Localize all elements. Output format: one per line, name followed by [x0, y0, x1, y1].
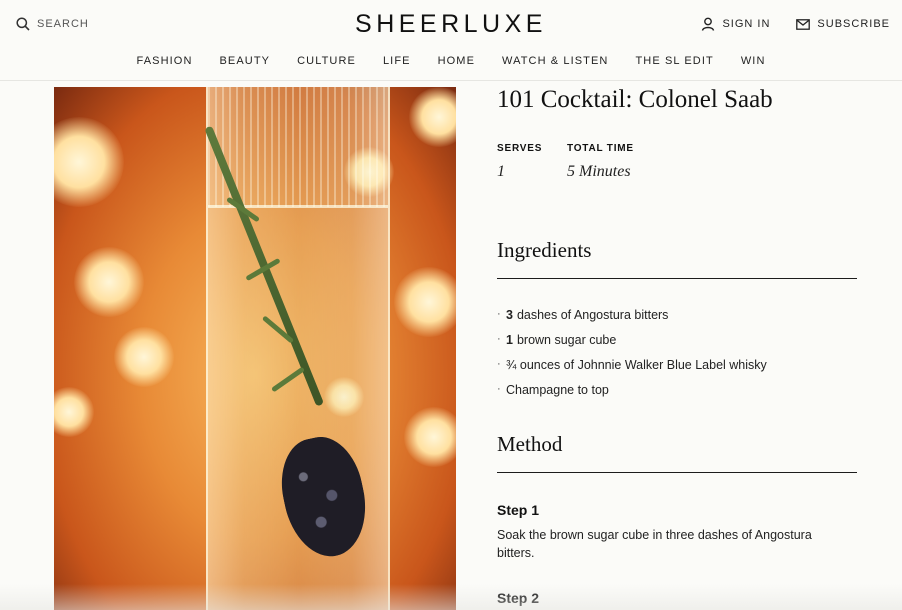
ingredients-list: · 3 dashes of Angostura bitters · 1 brown su…: [497, 308, 767, 408]
nav-item-watch-listen[interactable]: WATCH & LISTEN: [489, 55, 622, 67]
nav-item-life[interactable]: LIFE: [369, 55, 424, 67]
subscribe-label: SUBSCRIBE: [817, 18, 890, 30]
ingredients-heading: Ingredients: [497, 238, 592, 262]
list-item: · Champagne to top: [497, 383, 609, 397]
total-time-label: TOTAL TIME: [567, 143, 634, 154]
cocktail-image: [54, 87, 456, 610]
serves-value: 1: [497, 163, 505, 180]
total-time-value: 5 Minutes: [567, 163, 631, 180]
ingredients-divider: [497, 278, 857, 279]
step-1-text: Soak the brown sugar cube in three dashe…: [497, 528, 812, 560]
subscribe-button[interactable]: SUBSCRIBE: [796, 17, 890, 31]
logo-link[interactable]: SHEERLUXE: [355, 10, 547, 38]
nav-item-home[interactable]: HOME: [424, 55, 488, 67]
recipe-title: 101 Cocktail: Colonel Saab: [497, 86, 773, 113]
step-2-title: Step 2: [497, 590, 540, 606]
method-heading: Method: [497, 432, 563, 456]
user-icon: [702, 17, 715, 31]
nav-item-sl-edit[interactable]: THE SL EDIT: [622, 55, 727, 67]
list-item: · ¾ ounces of Johnnie Walker Blue Label w…: [497, 358, 767, 372]
list-item: · 1 brown sugar cube: [497, 333, 617, 347]
nav-item-culture[interactable]: CULTURE: [284, 55, 370, 67]
header-divider: [0, 80, 902, 81]
step-1-title: Step 1: [497, 502, 540, 518]
sign-in-button[interactable]: SIGN IN: [701, 17, 770, 31]
nav-item-win[interactable]: WIN: [727, 55, 779, 67]
method-divider: [497, 472, 857, 473]
sign-in-label: SIGN IN: [722, 18, 771, 30]
envelope-icon: [796, 18, 811, 30]
list-item: · 3 dashes of Angostura bitters: [497, 308, 669, 322]
nav-item-beauty[interactable]: BEAUTY: [206, 55, 284, 67]
serves-label: SERVES: [497, 143, 543, 154]
nav-item-fashion[interactable]: FASHION: [123, 55, 206, 67]
main-nav: FASHION BEAUTY CULTURE LIFE HOME WATCH &…: [0, 55, 902, 67]
